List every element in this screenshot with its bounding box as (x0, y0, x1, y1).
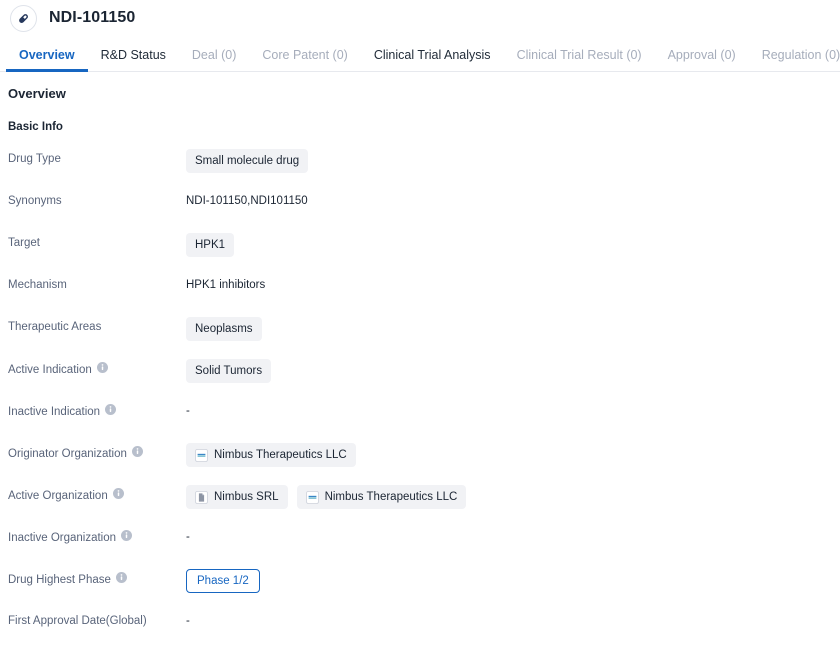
value-chip[interactable]: Neoplasms (186, 317, 262, 341)
info-row-label: Drug Highest Phase (8, 569, 186, 588)
value-text: NDI-101150,NDI101150 (186, 195, 308, 207)
tab-rd-status[interactable]: R&D Status (88, 48, 179, 71)
info-row-label-text: Mechanism (8, 279, 67, 291)
value-chip[interactable]: Solid Tumors (186, 359, 272, 383)
info-row-label-text: Target (8, 237, 40, 249)
tab-core-patent[interactable]: Core Patent (0) (249, 48, 360, 71)
info-row-value: HPK1 (186, 233, 840, 257)
tab-regulation[interactable]: Regulation (0) (749, 48, 840, 71)
info-row-label: First Approval Date(Global) (8, 611, 186, 629)
info-row-value: Solid Tumors (186, 359, 840, 383)
subsection-title-basic-info: Basic Info (8, 121, 63, 133)
info-row-label: Mechanism (8, 275, 186, 293)
info-row: Originator Organization Nimbus Therapeuti… (8, 443, 840, 485)
pill-capsule-icon (10, 4, 37, 32)
nimbus-stripes-logo-icon (195, 448, 208, 462)
organization-name: Nimbus Therapeutics LLC (324, 491, 458, 503)
info-tooltip-icon[interactable] (121, 530, 133, 546)
info-row-value: - (186, 611, 840, 629)
info-row-value: Small molecule drug (186, 149, 840, 173)
info-row-label-text: Inactive Organization (8, 531, 117, 544)
info-row-value: Nimbus SRL Nimbus Therapeutics LLC (186, 485, 840, 509)
info-row-label-text: Active Organization (8, 489, 108, 502)
info-row: Drug Type Small molecule drug (8, 149, 840, 191)
info-row: Target HPK1 (8, 233, 840, 275)
tab-clinical-trial-analysis[interactable]: Clinical Trial Analysis (361, 48, 504, 71)
info-row-value: HPK1 inhibitors (186, 275, 840, 293)
info-row-value: NDI-101150,NDI101150 (186, 191, 840, 209)
organization-name: Nimbus Therapeutics LLC (214, 449, 347, 461)
info-row-value: Neoplasms (186, 317, 840, 341)
info-row-label-text: Therapeutic Areas (8, 321, 102, 333)
drug-phase-badge[interactable]: Phase 1/2 (186, 569, 260, 593)
tab-deal[interactable]: Deal (0) (179, 48, 249, 71)
organization-chip[interactable]: Nimbus Therapeutics LLC (186, 443, 356, 467)
info-row-label-text: Drug Highest Phase (8, 573, 111, 586)
info-row-label: Originator Organization (8, 443, 186, 462)
info-tooltip-icon[interactable] (96, 362, 108, 378)
tab-approval[interactable]: Approval (0) (655, 48, 749, 71)
info-row-label-text: Inactive Indication (8, 405, 101, 418)
basic-info-rows: Drug Type Small molecule drug Synonyms NDI-… (8, 149, 840, 653)
tab-clinical-trial-result[interactable]: Clinical Trial Result (0) (504, 48, 655, 71)
info-row-value: Nimbus Therapeutics LLC (186, 443, 840, 467)
tab-overview[interactable]: Overview (6, 48, 88, 72)
info-row: Active Organization Nimbus SRL Nimbus Ther… (8, 485, 840, 527)
info-row-label-text: Active Indication (8, 363, 92, 376)
info-tooltip-icon[interactable] (131, 446, 143, 462)
info-row-label: Inactive Organization (8, 527, 186, 546)
value-chip[interactable]: Small molecule drug (186, 149, 309, 173)
info-row-label: Active Organization (8, 485, 186, 504)
info-row-label: Synonyms (8, 191, 186, 209)
info-row-label-text: Synonyms (8, 195, 62, 207)
info-row-label: Inactive Indication (8, 401, 186, 420)
info-row: First Approval Date(Global) - (8, 611, 840, 653)
page-header: NDI-101150 (0, 2, 840, 34)
nimbus-stripes-logo-icon (305, 490, 319, 504)
info-row-label: Drug Type (8, 149, 186, 167)
info-tooltip-icon[interactable] (112, 488, 124, 504)
tab-bar: Overview R&D Status Deal (0) Core Patent… (0, 40, 840, 72)
info-row: Mechanism HPK1 inhibitors (8, 275, 840, 317)
value-text: HPK1 inhibitors (186, 279, 266, 291)
organization-chip[interactable]: Nimbus Therapeutics LLC (296, 485, 467, 509)
info-row-value: - (186, 401, 840, 419)
info-row-value: - (186, 527, 840, 545)
info-row-label: Target (8, 233, 186, 251)
section-title-overview: Overview (8, 86, 66, 101)
info-row-label-text: Originator Organization (8, 447, 127, 460)
info-row: Synonyms NDI-101150,NDI101150 (8, 191, 840, 233)
info-row-label: Therapeutic Areas (8, 317, 186, 335)
info-row: Therapeutic Areas Neoplasms (8, 317, 840, 359)
organization-chip[interactable]: Nimbus SRL (186, 485, 288, 509)
info-row-label-text: Drug Type (8, 153, 61, 165)
info-row-value: Phase 1/2 (186, 569, 840, 593)
empty-value: - (186, 405, 190, 417)
info-row: Inactive Organization - (8, 527, 840, 569)
value-chip[interactable]: HPK1 (186, 233, 235, 257)
info-row: Inactive Indication - (8, 401, 840, 443)
info-row: Drug Highest Phase Phase 1/2 (8, 569, 840, 611)
info-row: Active Indication Solid Tumors (8, 359, 840, 401)
organization-name: Nimbus SRL (214, 491, 279, 503)
empty-value: - (186, 615, 190, 627)
info-tooltip-icon[interactable] (115, 572, 127, 588)
document-page-logo-icon (195, 490, 208, 504)
empty-value: - (186, 531, 190, 543)
info-tooltip-icon[interactable] (105, 404, 117, 420)
overview-panel: Overview Basic Info Drug Type Small molec… (0, 72, 840, 653)
info-row-label-text: First Approval Date(Global) (8, 615, 147, 627)
info-row-label: Active Indication (8, 359, 186, 378)
page-title: NDI-101150 (49, 9, 136, 26)
